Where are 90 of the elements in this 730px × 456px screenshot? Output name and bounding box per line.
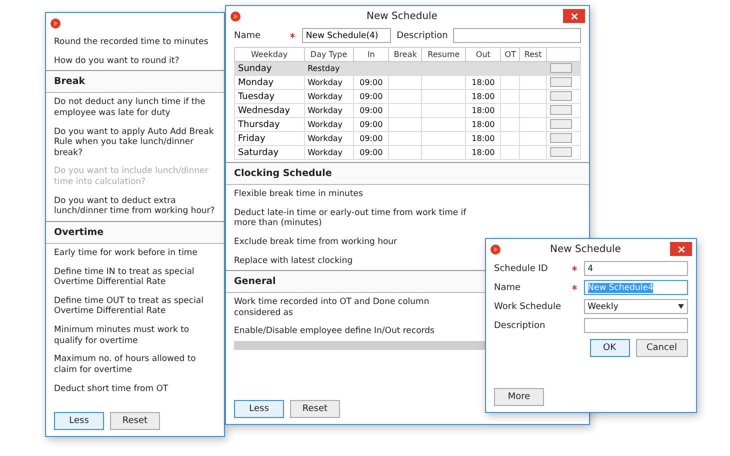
setting-label: Minimum minutes must work to qualify for overtime [53, 324, 190, 348]
dropdown-arrow-icon [678, 304, 684, 309]
table-cell: Workday [304, 104, 354, 118]
table-row[interactable]: Tuesday Workday 09:00 18:00 [234, 90, 580, 104]
row-button[interactable] [550, 105, 572, 115]
field-label: Description [396, 30, 447, 40]
setting-label: Do not deduct any lunch time if the employee was late for duty [53, 96, 206, 120]
table-cell: Workday [304, 132, 354, 146]
window-title: New Schedule [366, 10, 438, 22]
table-cell: Friday [234, 132, 304, 146]
row-button[interactable] [550, 133, 572, 143]
window-title: New Schedule [549, 244, 622, 254]
close-icon [678, 246, 684, 252]
setting-label: Flexible break time in minutes [233, 188, 364, 201]
section-header: Break [46, 70, 224, 94]
row-button[interactable] [550, 77, 572, 87]
table-cell: Wednesday [234, 104, 304, 118]
row-button[interactable] [550, 63, 572, 73]
table-cell: 18:00 [465, 146, 501, 160]
dialog-button[interactable]: Less [54, 412, 104, 430]
app-logo-icon [230, 10, 241, 22]
close-icon [570, 12, 578, 20]
table-cell: Saturday [234, 146, 304, 160]
setting-label: Deduct late-in time or early-out time from work time if more than (minutes) [233, 206, 468, 230]
row-button[interactable] [550, 91, 572, 101]
setting-label: Deduct short time from OT [53, 382, 170, 396]
dialog-button[interactable]: Less [234, 400, 284, 418]
dialog-button[interactable]: Reset [110, 412, 160, 430]
table-cell: Sunday [234, 62, 304, 76]
setting-label: Round the recorded time to minutes [53, 36, 210, 49]
setting-label: Define time IN to treat as special Overtime Differential Rate [53, 266, 196, 290]
setting-label: Do you want to deduct extra lunch/dinner time from working hour? [53, 194, 216, 218]
table-cell: Workday [304, 90, 354, 104]
dropdown-field[interactable]: Weekly [584, 299, 688, 314]
table-cell: 09:00 [353, 132, 389, 146]
description-field[interactable] [452, 28, 581, 43]
setting-label: Replace with latest clocking [233, 254, 354, 268]
table-cell: 18:00 [465, 90, 501, 104]
table-row[interactable]: Saturday Workday 09:00 18:00 [234, 146, 580, 160]
setting-label: How do you want to round it? [53, 54, 180, 68]
more-button[interactable]: More [494, 388, 544, 406]
table-cell: Tuesday [234, 90, 304, 104]
table-cell: 09:00 [353, 76, 389, 90]
app-logo-icon [490, 244, 501, 254]
input-field[interactable] [584, 318, 688, 333]
table-cell: Workday [304, 118, 354, 132]
name-field[interactable]: New Schedule(4) [302, 28, 391, 43]
table-cell: 18:00 [465, 132, 501, 146]
close-button[interactable] [563, 9, 585, 23]
table-cell: 18:00 [465, 104, 501, 118]
setting-label: Work time recorded into OT and Done column considered as [233, 296, 430, 320]
row-button[interactable] [550, 119, 572, 129]
row-button[interactable] [550, 147, 572, 157]
table-cell: Thursday [234, 118, 304, 132]
table-cell: 09:00 [353, 146, 389, 160]
column-header: Weekday [234, 48, 304, 62]
table-cell: 09:00 [353, 104, 389, 118]
setting-label: Do you want to apply Auto Add Break Rule when you take lunch/dinner break? [53, 126, 215, 160]
field-label: Name [234, 30, 262, 40]
table-row[interactable]: Wednesday Workday 09:00 18:00 [234, 104, 580, 118]
setting-label: Maximum no. of hours allowed to claim for overtime [53, 353, 197, 377]
table-cell: 09:00 [353, 118, 389, 132]
setting-label: Do you want to include lunch/dinner time into calculation? [53, 165, 210, 189]
section-header: Clocking Schedule [226, 162, 589, 185]
setting-label: Exclude break time from working hour [233, 236, 398, 249]
table-row[interactable]: Monday Workday 09:00 18:00 [234, 76, 580, 90]
table-row[interactable]: Sunday Restday [234, 62, 580, 76]
table-cell: Restday [304, 62, 354, 76]
table-cell: 09:00 [353, 90, 389, 104]
dialog-button[interactable]: OK [590, 339, 630, 357]
setting-label: Early time for work before in time [53, 246, 198, 260]
dialog-button[interactable]: Reset [290, 400, 340, 418]
close-button[interactable] [670, 242, 692, 256]
section-header: Overtime [46, 220, 224, 244]
field-label: Name [494, 282, 522, 292]
field-label: Description [494, 320, 546, 330]
required-icon [290, 33, 295, 38]
input-field[interactable]: 4 [584, 261, 688, 276]
app-logo-icon [50, 18, 61, 28]
table-cell: Workday [304, 146, 354, 160]
table-cell: 18:00 [465, 118, 501, 132]
field-label: Work Schedule [494, 302, 562, 312]
table-row[interactable]: Friday Workday 09:00 18:00 [234, 132, 580, 146]
table-cell: Workday [304, 76, 354, 90]
table-cell: Monday [234, 76, 304, 90]
setting-label: Define time OUT to treat as special Overtime Differential Rate [53, 294, 205, 318]
dialog-button[interactable]: Cancel [636, 339, 688, 357]
table-cell: 18:00 [465, 76, 501, 90]
setting-label: Enable/Disable employee define In/Out records [233, 325, 436, 338]
table-row[interactable]: Thursday Workday 09:00 18:00 [234, 118, 580, 132]
